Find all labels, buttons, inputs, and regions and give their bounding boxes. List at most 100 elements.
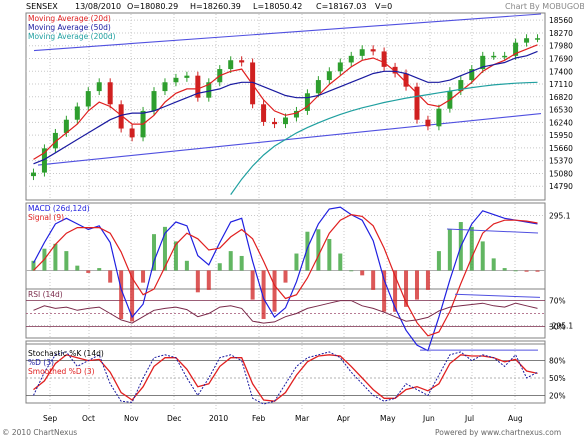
macd-histogram-bar <box>206 270 211 290</box>
macd-histogram-bar <box>184 260 189 271</box>
footer-powered: Powered by www.chartnexus.com <box>435 428 561 437</box>
macd-histogram-bar <box>283 270 288 283</box>
legend-ma200: Moving Average (200d) <box>28 32 116 41</box>
candle-body <box>370 49 376 52</box>
legend-stoch-k: Stochastic %K (14d) <box>28 349 104 358</box>
candle-body <box>129 128 135 138</box>
x-tick-label: Aug <box>508 414 523 423</box>
rsi-tick-label: 70% <box>549 297 566 306</box>
price-tick-label: 18560 <box>549 16 573 25</box>
x-tick-label: Oct <box>82 414 95 423</box>
candle-body <box>326 71 332 81</box>
candle-body <box>436 108 442 127</box>
candle-body <box>359 49 365 56</box>
macd-histogram-bar <box>97 268 102 271</box>
x-tick-label: May <box>380 414 396 423</box>
macd-histogram-bar <box>239 255 244 271</box>
legend-macd: MACD (26d,12d) <box>28 204 90 213</box>
candle-body <box>74 106 80 120</box>
candle-body <box>491 55 497 58</box>
price-tick-label: 15080 <box>549 169 573 178</box>
stoch-tick-label: 80% <box>549 357 566 366</box>
candle-body <box>283 117 288 125</box>
price-tick-label: 17690 <box>549 54 573 63</box>
high-label: H=18260.39 <box>190 2 241 11</box>
candle-body <box>239 60 245 63</box>
volume-label: V=0 <box>375 2 392 11</box>
macd-histogram-bar <box>513 270 518 272</box>
candle-body <box>162 82 168 92</box>
x-tick-label: Jun <box>422 414 435 423</box>
price-tick-label: 16530 <box>549 106 573 115</box>
macd-histogram-bar <box>414 270 419 300</box>
price-tick-label: 15660 <box>549 144 573 153</box>
macd-histogram-bar <box>436 251 441 271</box>
macd-histogram-bar <box>491 258 496 271</box>
macd-histogram-bar <box>108 270 113 283</box>
macd-histogram-bar <box>173 241 178 271</box>
candle-body <box>535 38 541 40</box>
candle-body <box>524 38 530 43</box>
macd-histogram-bar <box>524 270 529 272</box>
macd-histogram-bar <box>535 270 540 272</box>
legend-ma50: Moving Average (50d) <box>28 23 111 32</box>
open-label: O=18080.29 <box>127 2 178 11</box>
candle-body <box>107 82 113 105</box>
macd-histogram-bar <box>272 270 277 312</box>
macd-histogram-bar <box>425 270 430 290</box>
symbol-label: SENSEX <box>26 2 58 11</box>
date-label: 13/08/2010 <box>75 2 121 11</box>
macd-histogram-bar <box>349 270 354 272</box>
candle-body <box>337 62 343 72</box>
candle-body <box>261 104 267 122</box>
candle-body <box>425 119 431 127</box>
price-tick-label: 15950 <box>549 131 573 140</box>
x-tick-label: Nov <box>124 414 139 423</box>
stoch-tick-label: 50% <box>549 374 566 383</box>
macd-histogram-bar <box>480 241 485 271</box>
price-tick-label: 16240 <box>549 118 573 127</box>
chart-credit: Chart By MOBUGOBU <box>505 2 584 11</box>
candle-body <box>502 55 508 58</box>
legend-rsi: RSI (14d) <box>28 290 63 299</box>
macd-histogram-bar <box>228 251 233 271</box>
macd-histogram-bar <box>195 270 200 293</box>
macd-histogram-bar <box>469 226 474 271</box>
macd-histogram-bar <box>360 270 365 276</box>
macd-histogram-bar <box>64 251 69 271</box>
legend-signal: Signal (9) <box>28 213 64 222</box>
macd-histogram-bar <box>119 270 124 319</box>
macd-histogram-bar <box>86 270 91 273</box>
candle-body <box>348 55 354 63</box>
candle-body <box>96 82 102 92</box>
x-tick-label: 2010 <box>209 414 228 423</box>
rsi-tick-label: 30% <box>549 322 566 331</box>
candle-body <box>315 80 321 94</box>
price-tick-label: 17400 <box>549 67 573 76</box>
chart-window: SENSEX 13/08/2010 O=18080.29 H=18260.39 … <box>0 0 584 439</box>
candle-body <box>173 77 179 83</box>
price-tick-label: 15370 <box>549 157 573 166</box>
macd-histogram-bar <box>327 238 332 271</box>
legend-ma20: Moving Average (20d) <box>28 14 111 23</box>
x-tick-label: Sep <box>43 414 57 423</box>
macd-histogram-bar <box>316 229 321 271</box>
price-tick-label: 17110 <box>549 80 573 89</box>
price-tick-label: 14790 <box>549 182 573 191</box>
x-tick-label: Mar <box>295 414 310 423</box>
price-tick-label: 17980 <box>549 42 573 51</box>
macd-histogram-bar <box>250 270 255 300</box>
candle-body <box>151 91 157 111</box>
close-label: C=18167.03 <box>316 2 366 11</box>
x-tick-label: Apr <box>337 414 351 423</box>
chart-canvas: SENSEX 13/08/2010 O=18080.29 H=18260.39 … <box>0 0 584 439</box>
low-label: L=18050.42 <box>253 2 302 11</box>
candle-body <box>184 75 190 78</box>
candle-body <box>85 91 91 107</box>
macd-histogram-bar <box>371 270 376 290</box>
candle-body <box>30 172 36 177</box>
x-tick-label: Jul <box>464 414 474 423</box>
price-tick-label: 18270 <box>549 29 573 38</box>
macd-histogram-bar <box>217 263 222 271</box>
macd-histogram-bar <box>447 229 452 271</box>
